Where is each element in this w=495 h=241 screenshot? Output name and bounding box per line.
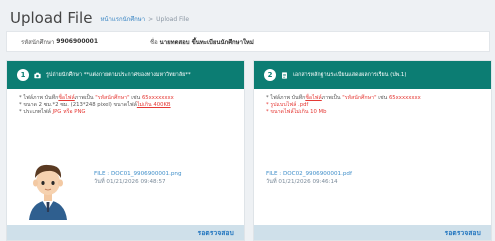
card-footer: รอตรวจสอบ <box>7 225 244 240</box>
student-name-label: ชื่อ <box>150 38 158 46</box>
card-instructions: * ไฟล์ภาพ บันทึกชื่อไฟล์ภาพเป็น "รหัสนัก… <box>7 89 244 117</box>
step-number-badge: 2 <box>264 69 276 81</box>
student-photo-thumbnail[interactable] <box>21 156 75 220</box>
file-name-link[interactable]: FILE : DOC01_9906900001.png <box>94 171 182 179</box>
card-title: รูปถ่ายนักศึกษา **แต่งกายตามประกาศของทาง… <box>46 72 191 78</box>
breadcrumb: หน้าแรกนักศึกษา > Upload File <box>100 14 189 26</box>
rule-filetype: * ประเภทไฟล์ JPG หรือ PNG <box>19 109 86 116</box>
page-title: Upload File <box>10 9 93 27</box>
card-title: เอกสารหลักฐานระเบียนแสดงผลการเรียน (ปพ.1… <box>293 72 407 78</box>
uploaded-file-info: FILE : DOC02_9906900001.pdf วันที่ 01/21… <box>266 171 352 186</box>
document-icon <box>282 71 287 79</box>
breadcrumb-separator: > <box>148 15 154 23</box>
step-number-badge: 1 <box>17 69 29 81</box>
camera-icon <box>34 72 41 78</box>
student-id-value: 9906900001 <box>56 38 99 45</box>
upload-card-transcript: 2 เอกสารหลักฐานระเบียนแสดงผลการเรียน (ปพ… <box>253 60 492 241</box>
student-name-value: นายทดสอบ ขึ้นทะเบียนนักศึกษาใหม่ <box>159 38 254 46</box>
upload-date: วันที่ 01/21/2026 09:46:14 <box>266 178 338 185</box>
status-badge: รอตรวจสอบ <box>444 228 481 237</box>
breadcrumb-current: Upload File <box>156 15 190 23</box>
card-header: 1 รูปถ่ายนักศึกษา **แต่งกายตามประกาศของท… <box>7 61 244 89</box>
card-header: 2 เอกสารหลักฐานระเบียนแสดงผลการเรียน (ปพ… <box>254 61 491 89</box>
student-id-label: รหัสนักศึกษา <box>21 38 55 46</box>
card-footer: รอตรวจสอบ <box>254 225 491 240</box>
card-instructions: * ไฟล์ภาพ บันทึกชื่อไฟล์ภาพเป็น "รหัสนัก… <box>254 89 491 117</box>
upload-date: วันที่ 01/21/2026 09:48:57 <box>94 178 166 185</box>
breadcrumb-home-link[interactable]: หน้าแรกนักศึกษา <box>100 14 145 24</box>
status-badge: รอตรวจสอบ <box>197 228 234 237</box>
uploaded-file-info: FILE : DOC01_9906900001.png วันที่ 01/21… <box>94 171 182 186</box>
rule-size: * ขนาดไฟล์ไม่เกิน 10 Mb <box>266 109 327 116</box>
file-name-link[interactable]: FILE : DOC02_9906900001.pdf <box>266 171 352 179</box>
student-info-bar: รหัสนักศึกษา 9906900001 ชื่อ นายทดสอบ ขึ… <box>6 31 490 52</box>
upload-card-photo: 1 รูปถ่ายนักศึกษา **แต่งกายตามประกาศของท… <box>6 60 245 241</box>
page-header: Upload File หน้าแรกนักศึกษา > Upload Fil… <box>10 8 189 26</box>
